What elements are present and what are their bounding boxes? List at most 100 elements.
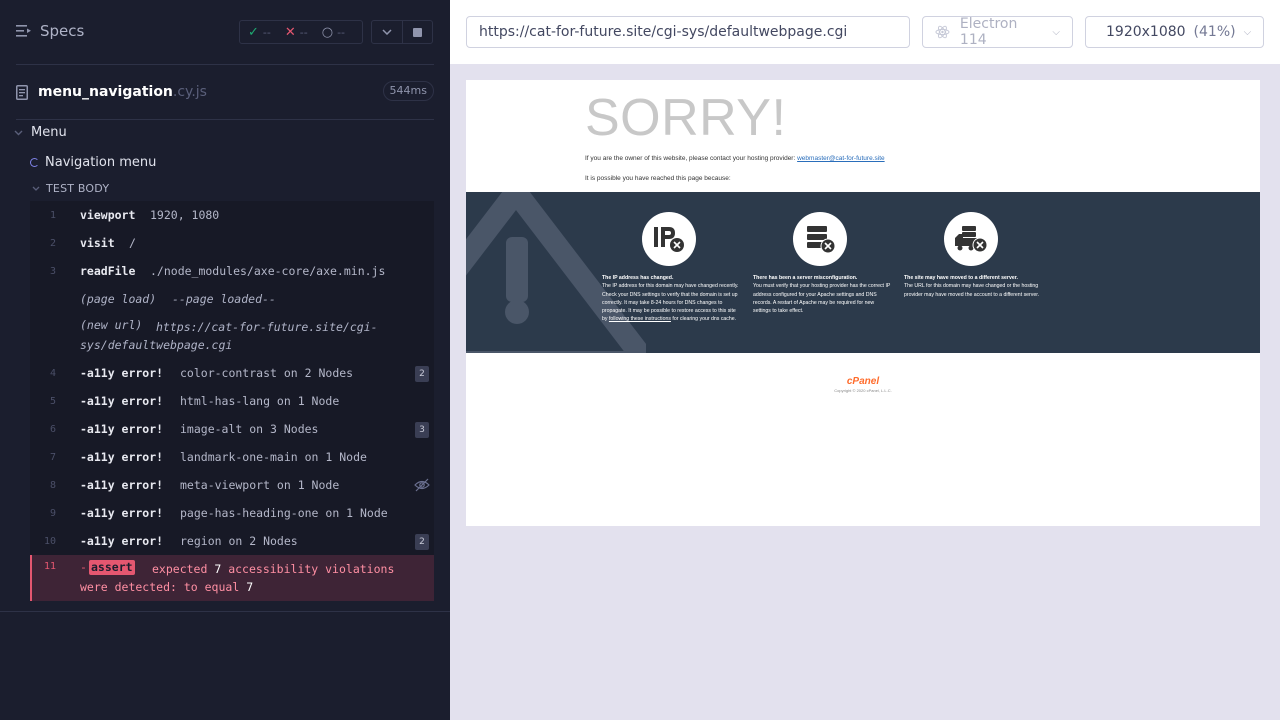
chevron-down-icon: ⌵ <box>1243 26 1252 38</box>
passed-count: -- <box>262 25 271 39</box>
runner-bottom-divider <box>0 611 450 612</box>
reasons-band: The IP address has changed. The IP addre… <box>466 192 1260 353</box>
app-under-test-frame: SORRY! If you are the owner of this webs… <box>466 80 1260 526</box>
viewport-scale: (41%) <box>1193 24 1236 40</box>
command-row[interactable]: 8 -a11y error! meta-viewport on 1 Node <box>30 471 434 499</box>
toolbar-divider <box>16 64 434 65</box>
owner-message: If you are the owner of this website, pl… <box>585 155 885 162</box>
dns-instructions-link[interactable]: following these instructions <box>609 316 671 322</box>
command-number: 2 <box>49 237 56 249</box>
copyright-text: Copyright © 2020 cPanel, L.L.C. <box>834 388 892 393</box>
expand-collapse-button[interactable] <box>372 21 402 43</box>
event-message: --page loaded-- <box>172 292 276 306</box>
command-log: 1 viewport 1920, 1080 2 visit / 3 readFi… <box>30 201 434 601</box>
stat-failed: ✕ -- <box>285 25 308 40</box>
command-name: -a11y error! <box>80 394 164 408</box>
assert-msg-start: expected <box>152 562 208 576</box>
preview-toolbar: https://cat-for-future.site/cgi-sys/defa… <box>450 0 1280 64</box>
test-stats: ✓ -- ✕ -- ○ -- <box>239 20 363 44</box>
command-number: 11 <box>43 561 56 572</box>
viewport-size: 1920x1080 <box>1106 24 1186 40</box>
command-row[interactable]: 9 -a11y error! page-has-heading-one on 1… <box>30 499 434 527</box>
moving-truck-icon <box>944 212 998 266</box>
command-message: color-contrast on 2 Nodes <box>180 366 354 380</box>
specs-button[interactable]: Specs <box>16 22 84 40</box>
check-icon: ✓ <box>248 24 259 40</box>
document-icon <box>16 84 28 100</box>
webmaster-email-link[interactable]: webmaster@cat-for-future.site <box>797 155 885 162</box>
event-message: https://cat-for-future.site/cgi-sys/defa… <box>80 320 378 352</box>
command-number: 5 <box>49 395 56 407</box>
specs-list-icon <box>16 25 31 37</box>
chevron-down-icon <box>14 130 23 135</box>
spec-file-header: menu_navigation .cy.js 544ms <box>16 80 434 104</box>
event-row-page-load[interactable]: (page load) --page loaded-- <box>30 285 434 313</box>
test-body-toggle[interactable]: TEST BODY <box>32 182 109 195</box>
count-badge: 2 <box>415 366 429 382</box>
command-name: -a11y error! <box>80 478 164 492</box>
eye-slash-icon[interactable] <box>414 478 430 495</box>
pending-icon: ○ <box>321 24 334 40</box>
stat-passed: ✓ -- <box>248 25 271 40</box>
command-row[interactable]: 3 readFile ./node_modules/axe-core/axe.m… <box>30 257 434 285</box>
reason-title: The IP address has changed. <box>602 275 674 281</box>
browser-name: Electron 114 <box>959 16 1018 48</box>
cpanel-footer: cPanel Copyright © 2020 cPanel, L.L.C. <box>466 376 1260 393</box>
cross-icon: ✕ <box>284 24 296 40</box>
browser-selector[interactable]: Electron 114 ⌵ <box>922 16 1073 48</box>
test-navigation-menu[interactable]: Navigation menu <box>30 155 156 170</box>
event-row-new-url[interactable]: (new url) https://cat-for-future.site/cg… <box>30 313 434 359</box>
reason-ip-changed: The IP address has changed. The IP addre… <box>602 212 740 324</box>
reason-misconfiguration: There has been a server misconfiguration… <box>753 212 891 315</box>
command-message: page-has-heading-one on 1 Node <box>180 506 388 520</box>
stop-button[interactable] <box>401 21 433 43</box>
app-preview: https://cat-for-future.site/cgi-sys/defa… <box>450 0 1280 720</box>
failed-assert-row[interactable]: 11 - assert expected 7 accessibility vio… <box>30 555 434 601</box>
command-name: -a11y error! <box>80 534 164 548</box>
command-name: visit <box>80 236 115 250</box>
command-number: 9 <box>49 507 56 519</box>
command-message: html-has-lang on 1 Node <box>180 394 340 408</box>
command-name: -a11y error! <box>80 506 164 520</box>
assert-message: expected 7 accessibility violations were… <box>80 560 420 596</box>
command-row[interactable]: 2 visit / <box>30 229 434 257</box>
cpanel-logo: cPanel <box>846 376 880 387</box>
electron-icon <box>935 25 950 39</box>
command-message: meta-viewport on 1 Node <box>180 478 340 492</box>
command-number: 7 <box>49 451 56 463</box>
command-row[interactable]: 10 -a11y error! region on 2 Nodes 2 <box>30 527 434 555</box>
pending-count: -- <box>337 25 346 39</box>
owner-text: If you are the owner of this website, pl… <box>585 155 796 162</box>
server-error-icon <box>793 212 847 266</box>
command-number: 8 <box>49 479 56 491</box>
specs-label: Specs <box>40 22 85 40</box>
command-message: / <box>129 236 136 250</box>
command-row[interactable]: 6 -a11y error! image-alt on 3 Nodes 3 <box>30 415 434 443</box>
command-row[interactable]: 4 -a11y error! color-contrast on 2 Nodes… <box>30 359 434 387</box>
reached-message: It is possible you have reached this pag… <box>585 175 731 182</box>
suite-menu[interactable]: Menu <box>14 125 67 140</box>
runner-toolbar: Specs ✓ -- ✕ -- ○ -- <box>0 0 450 64</box>
failed-count: -- <box>299 25 308 39</box>
viewport-selector[interactable]: 1920x1080 (41%) ⌵ <box>1085 16 1264 48</box>
command-row[interactable]: 1 viewport 1920, 1080 <box>30 201 434 229</box>
command-name: readFile <box>80 264 136 278</box>
chevron-down-icon <box>32 186 40 191</box>
command-row[interactable]: 5 -a11y error! html-has-lang on 1 Node <box>30 387 434 415</box>
running-spinner-icon <box>30 158 39 167</box>
command-name: viewport <box>80 208 136 222</box>
runner-panel: Specs ✓ -- ✕ -- ○ -- menu_navigation .cy… <box>0 0 450 720</box>
duration-badge: 544ms <box>382 81 434 101</box>
suite-title: Menu <box>31 125 67 140</box>
assert-value: 7 <box>246 580 254 594</box>
command-number: 3 <box>49 265 56 277</box>
command-name: -a11y error! <box>80 366 164 380</box>
runner-controls <box>371 20 433 44</box>
command-row[interactable]: 7 -a11y error! landmark-one-main on 1 No… <box>30 443 434 471</box>
command-message: landmark-one-main on 1 Node <box>180 450 367 464</box>
stop-icon <box>412 27 422 37</box>
reason-title: The site may have moved to a different s… <box>904 275 1018 281</box>
url-bar[interactable]: https://cat-for-future.site/cgi-sys/defa… <box>466 16 910 48</box>
test-title: Navigation menu <box>45 155 157 170</box>
reason-text: You must verify that your hosting provid… <box>753 283 891 315</box>
